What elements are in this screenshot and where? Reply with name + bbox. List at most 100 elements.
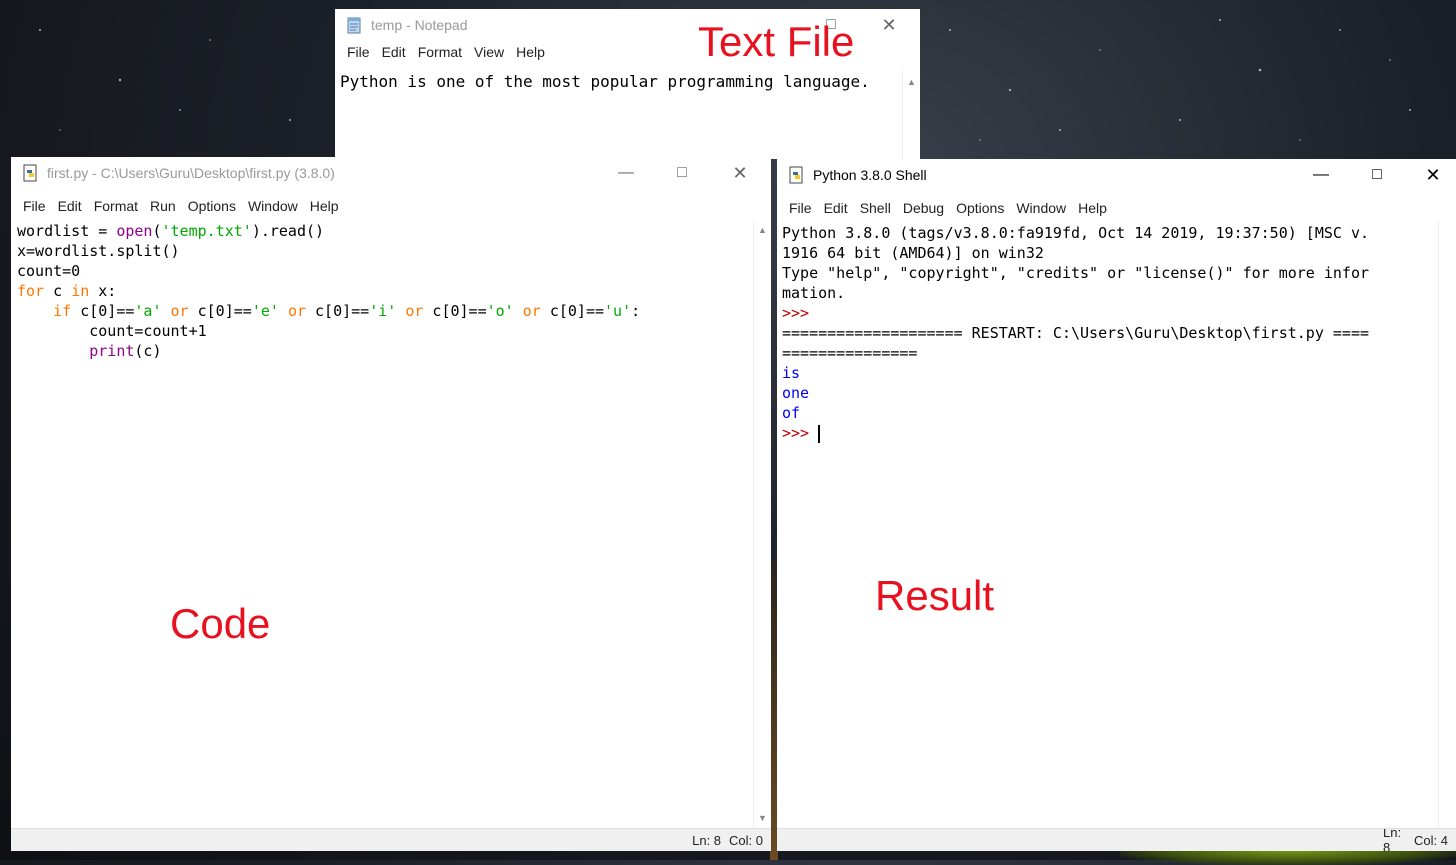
editor-window: first.py - C:\Users\Guru\Desktop\first.p…	[11, 157, 771, 851]
editor-scroll-up-icon[interactable]: ▲	[754, 221, 771, 238]
shell-line-text: is	[782, 364, 801, 382]
code-token: in	[71, 282, 90, 300]
shell-line: is	[782, 363, 1438, 383]
notepad-menu-format[interactable]: Format	[412, 44, 468, 60]
code-line: if c[0]=='a' or c[0]=='e' or c[0]=='i' o…	[17, 301, 751, 321]
shell-line: ===============	[782, 343, 1438, 363]
shell-line: ==================== RESTART: C:\Users\G…	[782, 323, 1438, 343]
editor-menu-help[interactable]: Help	[304, 198, 345, 214]
notepad-scroll-up-icon[interactable]: ▲	[903, 73, 920, 90]
annotation-text-file: Text File	[698, 18, 855, 65]
code-token: print	[89, 342, 135, 360]
code-line: x=wordlist.split()	[17, 241, 751, 261]
code-line: count=0	[17, 261, 751, 281]
code-token: (c)	[134, 342, 162, 360]
editor-menu-window[interactable]: Window	[242, 198, 304, 214]
shell-title: Python 3.8.0 Shell	[813, 167, 927, 183]
shell-line-text: one	[782, 384, 810, 402]
shell-titlebar[interactable]: Python 3.8.0 Shell — □ ✕	[777, 159, 1456, 191]
editor-menu-run[interactable]: Run	[144, 198, 182, 214]
shell-maximize-icon[interactable]: □	[1354, 159, 1400, 191]
shell-line: 1916 64 bit (AMD64)] on win32	[782, 243, 1438, 263]
notepad-menu-help[interactable]: Help	[510, 44, 551, 60]
editor-minimize-icon[interactable]: —	[603, 157, 649, 189]
notepad-icon	[347, 17, 361, 34]
code-token: 'temp.txt'	[161, 222, 252, 240]
shell-line: mation.	[782, 283, 1438, 303]
editor-status-col: Col: 0	[729, 832, 763, 848]
code-token: c[0]==	[540, 302, 605, 320]
code-token: c[0]==	[306, 302, 370, 320]
shell-line-text: Python 3.8.0 (tags/v3.8.0:fa919fd, Oct 1…	[782, 224, 1369, 242]
editor-menu-file[interactable]: File	[17, 198, 52, 214]
shell-line-text: ==================== RESTART: C:\Users\G…	[782, 324, 1369, 342]
code-token: for	[17, 282, 45, 300]
shell-line-text: >>>	[782, 424, 819, 442]
code-token: count=0	[17, 262, 81, 280]
shell-close-icon[interactable]: ✕	[1410, 159, 1456, 191]
shell-menu-debug[interactable]: Debug	[897, 200, 950, 216]
code-token: or	[522, 302, 541, 320]
python-shell-icon	[789, 166, 803, 184]
shell-line: Type "help", "copyright", "credits" or "…	[782, 263, 1438, 283]
shell-menu-window[interactable]: Window	[1010, 200, 1072, 216]
editor-scroll-down-icon[interactable]: ▼	[754, 809, 771, 826]
notepad-close-icon[interactable]: ✕	[866, 9, 912, 41]
shell-statusbar: Ln: 8 Col: 4	[777, 828, 1456, 851]
editor-title: first.py - C:\Users\Guru\Desktop\first.p…	[47, 165, 335, 181]
code-token: or	[405, 302, 424, 320]
shell-menu-help[interactable]: Help	[1072, 200, 1113, 216]
editor-titlebar[interactable]: first.py - C:\Users\Guru\Desktop\first.p…	[11, 157, 771, 189]
code-line: wordlist = open('temp.txt').read()	[17, 221, 751, 241]
code-token: 'e'	[251, 302, 279, 320]
code-token: :	[631, 302, 641, 320]
code-token: or	[287, 302, 306, 320]
editor-menu-options[interactable]: Options	[182, 198, 242, 214]
notepad-menu-file[interactable]: File	[341, 44, 376, 60]
shell-line: >>>	[782, 423, 1438, 443]
annotation-code: Code	[170, 600, 271, 647]
shell-menu-edit[interactable]: Edit	[818, 200, 854, 216]
code-token: if	[53, 302, 72, 320]
code-token: x=wordlist.split()	[17, 242, 180, 260]
code-token: c	[44, 282, 72, 300]
code-line: for c in x:	[17, 281, 751, 301]
code-line: print(c)	[17, 341, 751, 361]
shell-line: of	[782, 403, 1438, 423]
shell-status-col: Col: 4	[1414, 832, 1448, 848]
python-file-icon	[23, 164, 37, 182]
notepad-menu-view[interactable]: View	[468, 44, 510, 60]
shell-line-text: >>>	[782, 304, 810, 322]
shell-line-text: of	[782, 404, 801, 422]
shell-minimize-icon[interactable]: —	[1298, 159, 1344, 191]
shell-line: one	[782, 383, 1438, 403]
shell-line: Python 3.8.0 (tags/v3.8.0:fa919fd, Oct 1…	[782, 223, 1438, 243]
shell-menu-shell[interactable]: Shell	[854, 200, 897, 216]
editor-maximize-icon[interactable]: □	[659, 157, 705, 189]
notepad-menu-edit[interactable]: Edit	[376, 44, 412, 60]
shell-output-area[interactable]: Python 3.8.0 (tags/v3.8.0:fa919fd, Oct 1…	[782, 223, 1438, 443]
shell-menu-file[interactable]: File	[783, 200, 818, 216]
editor-menubar: File Edit Format Run Options Window Help	[11, 195, 771, 217]
editor-code-area[interactable]: wordlist = open('temp.txt').read() x=word…	[17, 221, 751, 361]
shell-menu-options[interactable]: Options	[950, 200, 1010, 216]
editor-menu-format[interactable]: Format	[88, 198, 144, 214]
shell-line-text: ===============	[782, 344, 918, 362]
editor-menu-edit[interactable]: Edit	[52, 198, 88, 214]
code-token: c[0]==	[188, 302, 252, 320]
notepad-text-area[interactable]: Python is one of the most popular progra…	[340, 72, 870, 92]
shell-scrollbar[interactable]	[1438, 221, 1456, 828]
annotation-result: Result	[875, 572, 995, 619]
editor-close-icon[interactable]: ✕	[717, 157, 763, 189]
editor-scrollbar[interactable]: ▲ ▼	[753, 219, 771, 828]
code-token: x:	[89, 282, 117, 300]
shell-status-line: Ln: 8	[1383, 828, 1402, 851]
code-token: wordlist =	[17, 222, 117, 240]
code-token: 'i'	[369, 302, 397, 320]
code-token: 'a'	[134, 302, 162, 320]
notepad-scrollbar[interactable]: ▲	[902, 71, 920, 159]
